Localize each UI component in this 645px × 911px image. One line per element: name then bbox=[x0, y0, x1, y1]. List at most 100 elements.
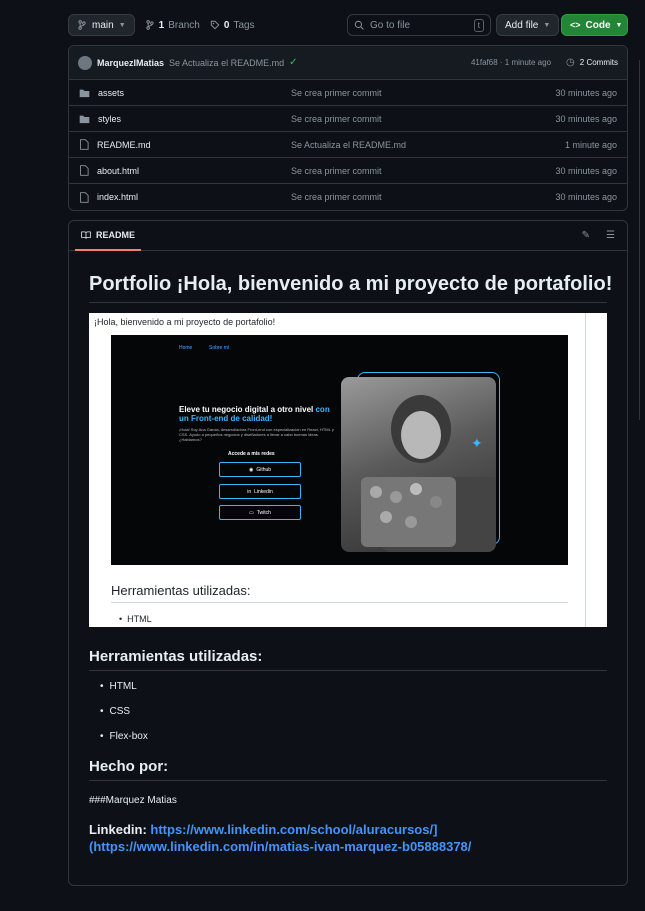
readme-panel: README ✎ ☰ Portfolio ¡Hola, bienvenido a… bbox=[68, 220, 628, 886]
file-commit-message[interactable]: Se Actualiza el README.md bbox=[291, 140, 565, 150]
file-name-cell: about.html bbox=[79, 165, 291, 176]
commit-hash-time[interactable]: 41faf68 · 1 minute ago bbox=[471, 58, 551, 67]
screenshot-twitch-button: ▭ Twitch bbox=[219, 505, 301, 520]
screenshot-nav-home: Home bbox=[179, 345, 193, 351]
screenshot-hero-access: Accede a mis redes bbox=[228, 451, 275, 457]
tools-heading: Herramientas utilizadas: bbox=[89, 648, 607, 671]
screenshot-sidebar-cutoff bbox=[585, 313, 607, 627]
screenshot-hero-text: ¡Hola! Soy Ana Garcia, desarrolladora Fr… bbox=[179, 427, 334, 442]
branch-name: main bbox=[92, 19, 114, 31]
table-row: assets Se crea primer commit 30 minutes ag… bbox=[69, 80, 627, 106]
search-placeholder: Go to file bbox=[370, 19, 411, 31]
sparkle-icon: ✦ bbox=[471, 435, 483, 451]
file-name-link[interactable]: assets bbox=[98, 88, 124, 98]
file-name-cell: styles bbox=[79, 114, 291, 124]
branches-label: Branch bbox=[168, 19, 200, 31]
commits-link[interactable]: 2 Commits bbox=[580, 58, 618, 67]
file-icon bbox=[80, 165, 89, 176]
branch-icon bbox=[146, 20, 154, 30]
branch-icon bbox=[78, 20, 86, 30]
github-icon: ◉ bbox=[248, 466, 254, 473]
add-file-button[interactable]: Add file ▼ bbox=[496, 14, 560, 36]
file-date: 30 minutes ago bbox=[555, 192, 617, 202]
screenshot-linkedin-button: in Linkedin bbox=[219, 484, 301, 499]
chevron-down-icon: ▼ bbox=[543, 21, 551, 29]
list-icon[interactable]: ☰ bbox=[606, 230, 615, 241]
list-item: Flex-box bbox=[100, 731, 607, 756]
table-row: about.html Se crea primer commit 30 minute… bbox=[69, 158, 627, 184]
screenshot-nav-about: Sobre mí bbox=[209, 345, 230, 351]
list-item: CSS bbox=[100, 706, 607, 731]
branches-link[interactable]: 1 Branch bbox=[145, 20, 200, 31]
folder-icon bbox=[79, 115, 90, 123]
linkedin-label: Linkedin: bbox=[89, 822, 147, 837]
linkedin-paragraph: Linkedin: https://www.linkedin.com/schoo… bbox=[89, 821, 607, 855]
file-date: 30 minutes ago bbox=[555, 87, 617, 98]
chevron-down-icon: ▼ bbox=[615, 21, 623, 29]
commit-message[interactable]: Se Actualiza el README.md bbox=[169, 58, 284, 68]
search-icon bbox=[354, 20, 364, 30]
twitch-icon: ▭ bbox=[249, 509, 254, 516]
readme-content: Portfolio ¡Hola, bienvenido a mi proyect… bbox=[69, 273, 627, 855]
file-date: 30 minutes ago bbox=[555, 165, 617, 176]
file-commit-message[interactable]: Se crea primer commit bbox=[291, 114, 555, 124]
file-name-cell: assets bbox=[79, 88, 291, 98]
file-commit-message[interactable]: Se crea primer commit bbox=[291, 192, 555, 202]
repo-toolbar: main ▼ 1 Branch 0 Tags Go to file t Add … bbox=[68, 14, 628, 36]
pencil-icon[interactable]: ✎ bbox=[582, 230, 590, 241]
code-button[interactable]: <> Code ▼ bbox=[561, 14, 628, 36]
file-list: MarquezIMatias Se Actualiza el README.md… bbox=[68, 45, 628, 211]
file-name-link[interactable]: index.html bbox=[97, 192, 138, 202]
file-name-link[interactable]: styles bbox=[98, 114, 121, 124]
file-icon bbox=[80, 139, 89, 150]
table-row: styles Se crea primer commit 30 minutes ag… bbox=[69, 106, 627, 132]
screenshot-caption: ¡Hola, bienvenido a mi proyecto de porta… bbox=[94, 317, 276, 327]
readme-tab-label: README bbox=[96, 229, 136, 240]
readme-title: Portfolio ¡Hola, bienvenido a mi proyect… bbox=[89, 273, 612, 303]
keyboard-shortcut-badge: t bbox=[473, 18, 484, 32]
tags-label: Tags bbox=[233, 19, 255, 31]
file-name-cell: README.md bbox=[79, 139, 291, 150]
book-icon bbox=[81, 230, 91, 239]
code-label: Code bbox=[585, 19, 611, 31]
file-name-link[interactable]: about.html bbox=[97, 166, 139, 176]
file-commit-message[interactable]: Se crea primer commit bbox=[291, 88, 555, 98]
person-illustration bbox=[361, 395, 496, 552]
table-row: README.md Se Actualiza el README.md 1 minu… bbox=[69, 132, 627, 158]
screenshot-photo bbox=[341, 377, 496, 552]
screenshot-hero: Home Sobre mí Eleve tu negocio digital a… bbox=[111, 335, 568, 565]
go-to-file-input[interactable]: Go to file t bbox=[347, 14, 491, 36]
tags-count: 0 bbox=[223, 19, 230, 31]
latest-commit-bar: MarquezIMatias Se Actualiza el README.md… bbox=[69, 46, 627, 80]
history-icon: ◷ bbox=[566, 57, 575, 68]
table-row: index.html Se crea primer commit 30 minute… bbox=[69, 184, 627, 210]
made-by-text: ###Marquez Matias bbox=[89, 795, 177, 806]
add-file-label: Add file bbox=[505, 19, 539, 31]
tools-list: HTML CSS Flex-box bbox=[89, 681, 607, 756]
check-icon: ✓ bbox=[289, 57, 298, 68]
file-date: 1 minute ago bbox=[564, 139, 617, 150]
readme-header: README ✎ ☰ bbox=[69, 221, 627, 251]
screenshot-hero-title: Eleve tu negocio digital a otro nivel co… bbox=[179, 405, 330, 423]
folder-icon bbox=[79, 89, 90, 97]
file-icon bbox=[80, 191, 89, 203]
chevron-down-icon: ▼ bbox=[118, 21, 126, 29]
tab-readme[interactable]: README bbox=[75, 221, 142, 251]
commit-author[interactable]: MarquezIMatias bbox=[97, 58, 164, 68]
branches-count: 1 bbox=[158, 19, 165, 31]
tags-link[interactable]: 0 Tags bbox=[210, 20, 255, 31]
list-item: HTML bbox=[100, 681, 607, 706]
file-name-link[interactable]: README.md bbox=[97, 140, 151, 150]
avatar[interactable] bbox=[78, 55, 92, 70]
tag-icon bbox=[210, 20, 220, 30]
screenshot-github-button: ◉ Github bbox=[219, 462, 301, 477]
linkedin-link[interactable]: https://www.linkedin.com/school/aluracur… bbox=[89, 822, 471, 854]
file-date: 30 minutes ago bbox=[555, 113, 617, 124]
made-by-heading: Hecho por: bbox=[89, 758, 607, 781]
branch-select-button[interactable]: main ▼ bbox=[68, 14, 135, 36]
right-sidebar-cutoff bbox=[639, 60, 645, 420]
file-commit-message[interactable]: Se crea primer commit bbox=[291, 166, 555, 176]
portfolio-screenshot: ¡Hola, bienvenido a mi proyecto de porta… bbox=[89, 313, 607, 627]
code-icon: <> bbox=[570, 20, 581, 30]
file-name-cell: index.html bbox=[79, 191, 291, 203]
